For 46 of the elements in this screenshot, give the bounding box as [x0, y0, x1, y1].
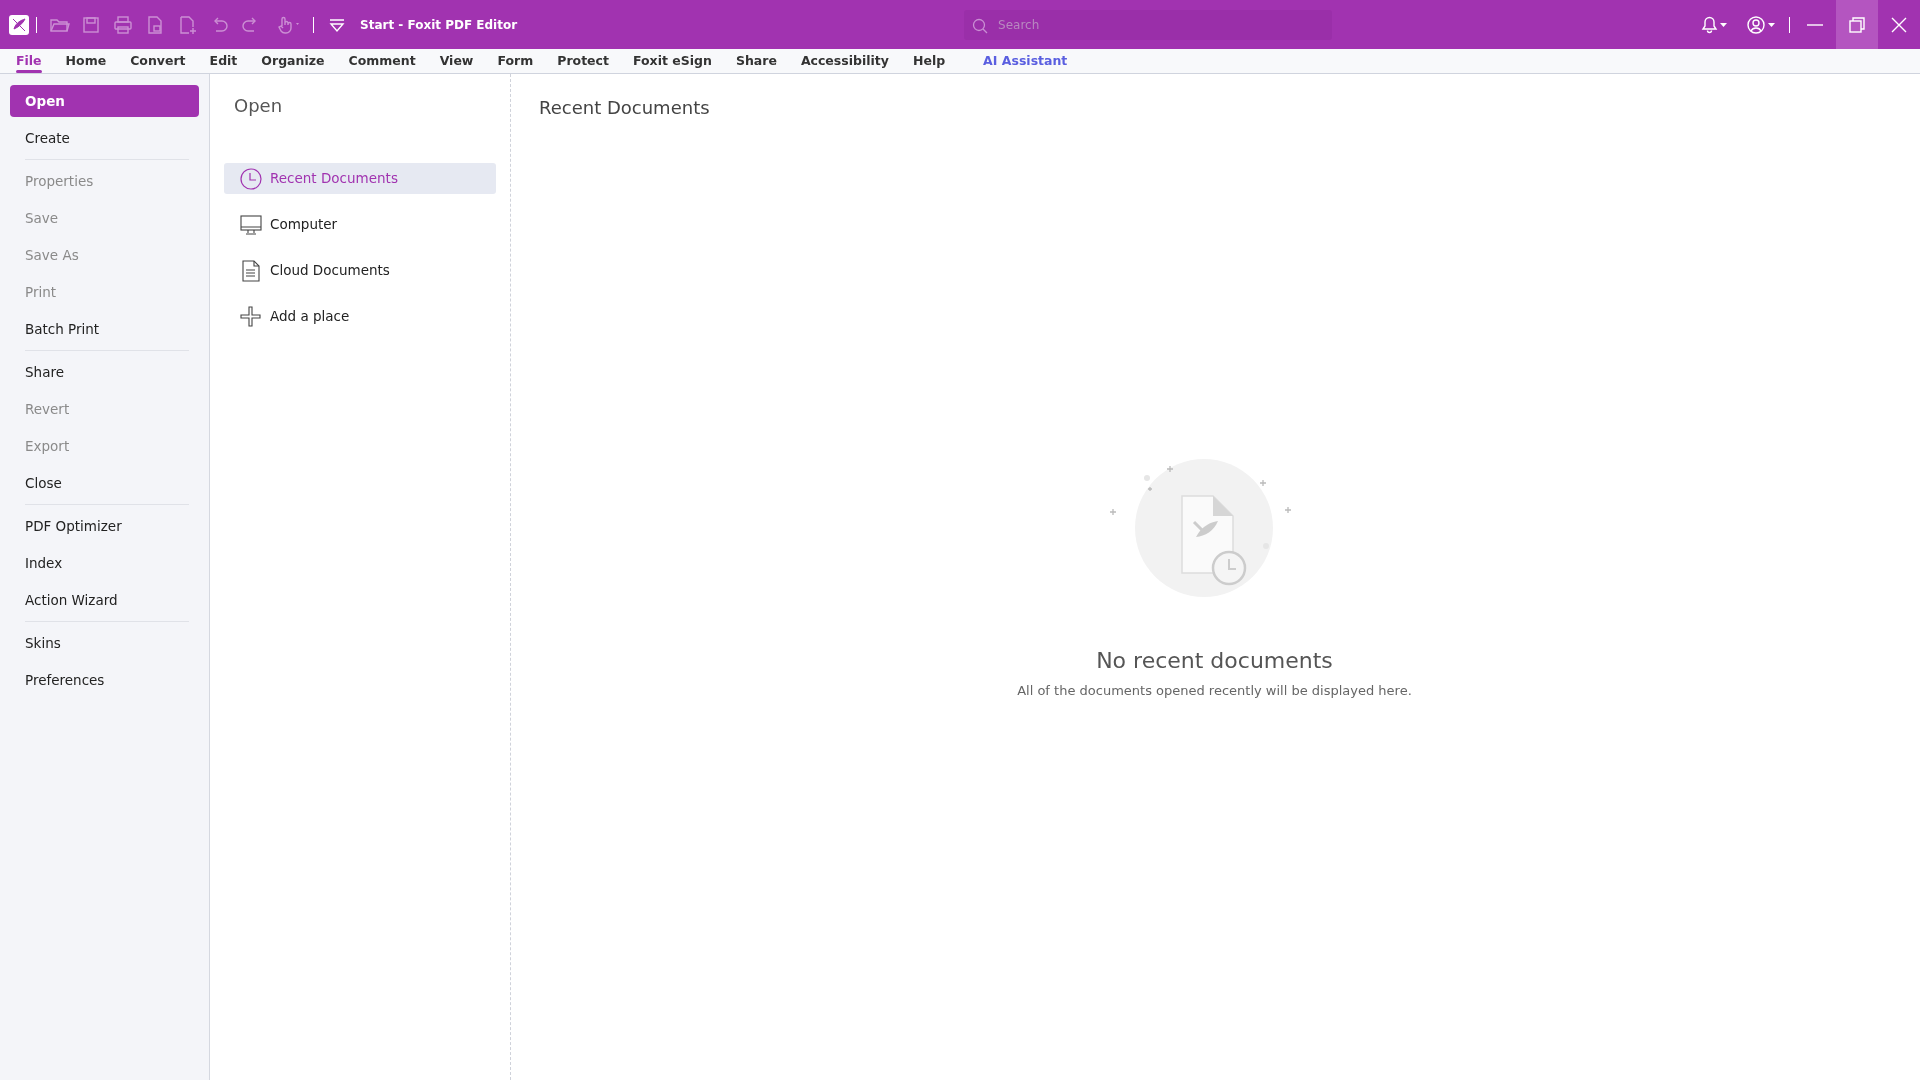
sidebar-item[interactable]: Open [10, 85, 199, 117]
sidebar-item[interactable]: PDF Optimizer [10, 510, 199, 542]
menu-tab[interactable]: Form [485, 48, 546, 73]
menu-tab[interactable]: Protect [545, 48, 621, 73]
menu-tab[interactable]: Help [900, 48, 958, 73]
sidebar-item[interactable]: Share [10, 356, 199, 388]
close-icon [1891, 16, 1907, 33]
panel-title: Open [234, 94, 284, 118]
menu-tab[interactable]: Share [723, 48, 789, 73]
restore-button[interactable] [1836, 0, 1878, 49]
place-item[interactable]: Cloud Documents [224, 255, 496, 286]
search-field[interactable]: Search [964, 9, 1333, 40]
plus-icon [240, 305, 262, 328]
restore-icon [1849, 16, 1865, 33]
menu-tab[interactable]: Organize [249, 48, 337, 73]
menu-tab[interactable]: AI Assistant [971, 48, 1080, 73]
menu-tab[interactable]: File [4, 48, 54, 73]
window-title: Start - Foxit PDF Editor [360, 16, 518, 34]
menu-tab[interactable]: Edit [197, 48, 250, 73]
menu-tab[interactable]: Convert [118, 48, 198, 73]
sidebar-item[interactable]: Create [10, 122, 199, 154]
empty-state-message: All of the documents opened recently will be displayed here. [1017, 682, 1412, 700]
menu-tab[interactable]: Comment [336, 48, 428, 73]
minimize-icon [1807, 23, 1823, 26]
menu-tab[interactable]: View [427, 48, 486, 73]
sidebar-item[interactable]: Close [10, 467, 199, 499]
print-icon [112, 13, 134, 36]
user-icon [1747, 14, 1775, 35]
sidebar-item[interactable]: Preferences [10, 664, 199, 696]
sidebar-item[interactable]: Action Wizard [10, 584, 199, 616]
empty-state-title: No recent documents [1096, 647, 1333, 675]
place-item[interactable]: Computer [224, 209, 496, 240]
menu-tab[interactable]: Foxit eSign [621, 48, 724, 73]
menu-tab[interactable]: Home [53, 48, 119, 73]
sidebar-item[interactable]: Index [10, 547, 199, 579]
bell-icon [1699, 14, 1727, 35]
place-item[interactable]: Recent Documents [224, 163, 496, 194]
place-item[interactable]: Add a place [224, 301, 496, 332]
clock-icon [240, 167, 262, 190]
sidebar-item[interactable]: Batch Print [10, 313, 199, 345]
app-logo-icon [8, 13, 30, 36]
menu-tab[interactable]: Accessibility [788, 48, 901, 73]
document-icon [240, 259, 262, 282]
sidebar-item[interactable]: Skins [10, 627, 199, 659]
monitor-icon [240, 213, 262, 236]
content-title: Recent Documents [539, 96, 711, 120]
